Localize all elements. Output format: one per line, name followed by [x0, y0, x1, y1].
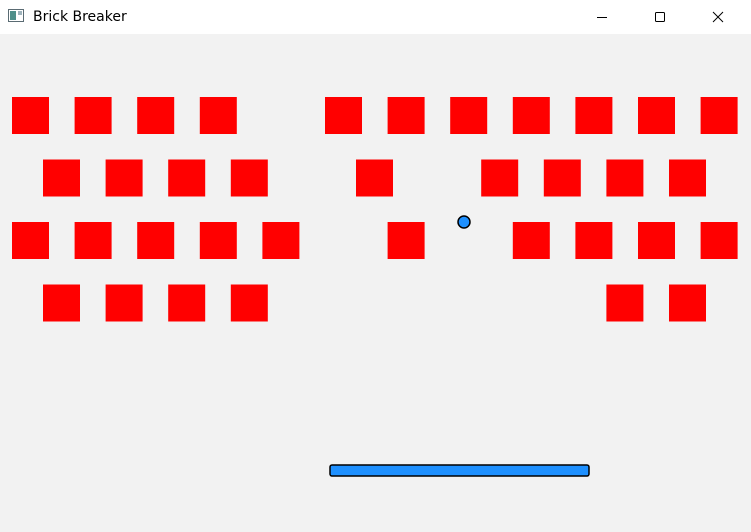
brick [105, 284, 143, 322]
brick [638, 222, 675, 259]
brick [74, 97, 112, 134]
close-icon [712, 11, 724, 23]
brick [199, 222, 237, 259]
minimize-button[interactable] [573, 0, 631, 34]
brick [325, 97, 362, 134]
title-bar[interactable]: Brick Breaker [0, 0, 751, 34]
brick [669, 159, 706, 197]
brick [230, 159, 268, 197]
paddle[interactable] [329, 464, 590, 477]
window-title: Brick Breaker [33, 9, 127, 25]
brick [700, 97, 738, 134]
brick [262, 222, 300, 259]
close-button[interactable] [689, 0, 747, 34]
game-window: Brick Breaker [0, 0, 751, 532]
brick [606, 159, 644, 197]
brick [512, 97, 550, 134]
brick [669, 284, 706, 322]
brick [575, 222, 613, 259]
brick [543, 159, 581, 197]
brick [638, 97, 675, 134]
brick [105, 159, 143, 197]
brick [356, 159, 393, 197]
brick [199, 97, 237, 134]
brick [512, 222, 550, 259]
brick [74, 222, 112, 259]
brick [12, 222, 49, 259]
app-window-icon [8, 9, 24, 22]
brick [606, 284, 644, 322]
game-board[interactable] [0, 34, 751, 532]
brick [137, 222, 175, 259]
brick [387, 222, 425, 259]
brick [137, 97, 175, 134]
brick [450, 97, 488, 134]
maximize-icon [655, 12, 665, 22]
brick [12, 97, 49, 134]
brick [387, 97, 425, 134]
brick [481, 159, 519, 197]
brick [575, 97, 613, 134]
maximize-button[interactable] [631, 0, 689, 34]
brick [700, 222, 738, 259]
brick [168, 284, 206, 322]
brick [230, 284, 268, 322]
brick [168, 159, 206, 197]
minimize-icon [597, 17, 607, 18]
brick [43, 159, 80, 197]
brick [43, 284, 80, 322]
ball [457, 215, 471, 229]
